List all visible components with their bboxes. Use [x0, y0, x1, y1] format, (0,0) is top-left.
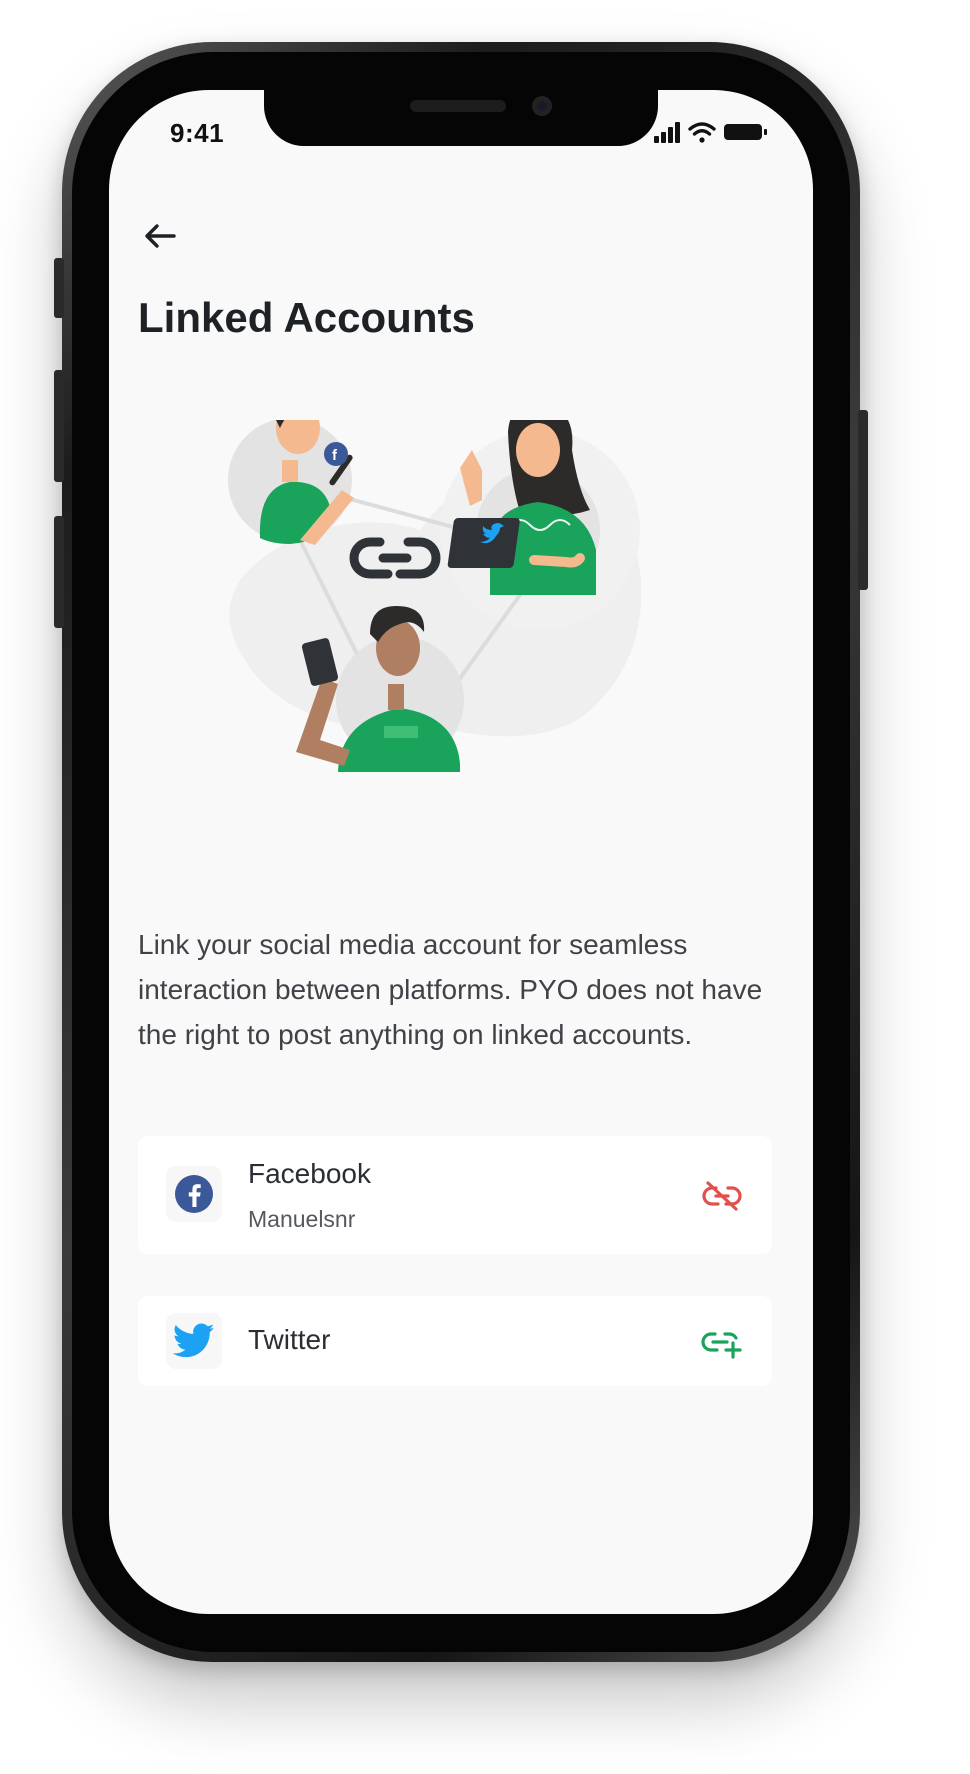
mute-switch — [54, 258, 64, 318]
earpiece-speaker — [410, 100, 506, 112]
unlink-button[interactable] — [700, 1176, 744, 1216]
description-text: Link your social media account for seaml… — [138, 929, 763, 1050]
power-button — [858, 410, 868, 590]
back-arrow-icon[interactable] — [142, 222, 178, 250]
volume-down-button — [54, 516, 64, 628]
unlink-icon — [702, 1181, 742, 1211]
link-account-button[interactable] — [700, 1322, 744, 1362]
facebook-account-card: Facebook Manuelsnr — [138, 1136, 772, 1254]
facebook-icon — [166, 1166, 222, 1222]
signal-icon — [654, 122, 680, 143]
account-platform-name: Facebook — [248, 1158, 371, 1189]
battery-icon — [724, 124, 767, 140]
wifi-icon — [688, 122, 716, 143]
front-camera — [532, 96, 552, 116]
link-add-icon — [701, 1332, 742, 1359]
status-icons — [654, 122, 767, 143]
status-time: 9:41 — [170, 118, 225, 148]
twitter-icon — [166, 1313, 222, 1369]
notch — [264, 88, 658, 146]
volume-up-button — [54, 370, 64, 482]
account-platform-name: Twitter — [248, 1324, 331, 1355]
page-title: Linked Accounts — [138, 294, 475, 341]
linked-accounts-illustration: f — [228, 420, 642, 772]
twitter-account-card: Twitter — [138, 1296, 772, 1386]
account-username: Manuelsnr — [248, 1206, 356, 1232]
